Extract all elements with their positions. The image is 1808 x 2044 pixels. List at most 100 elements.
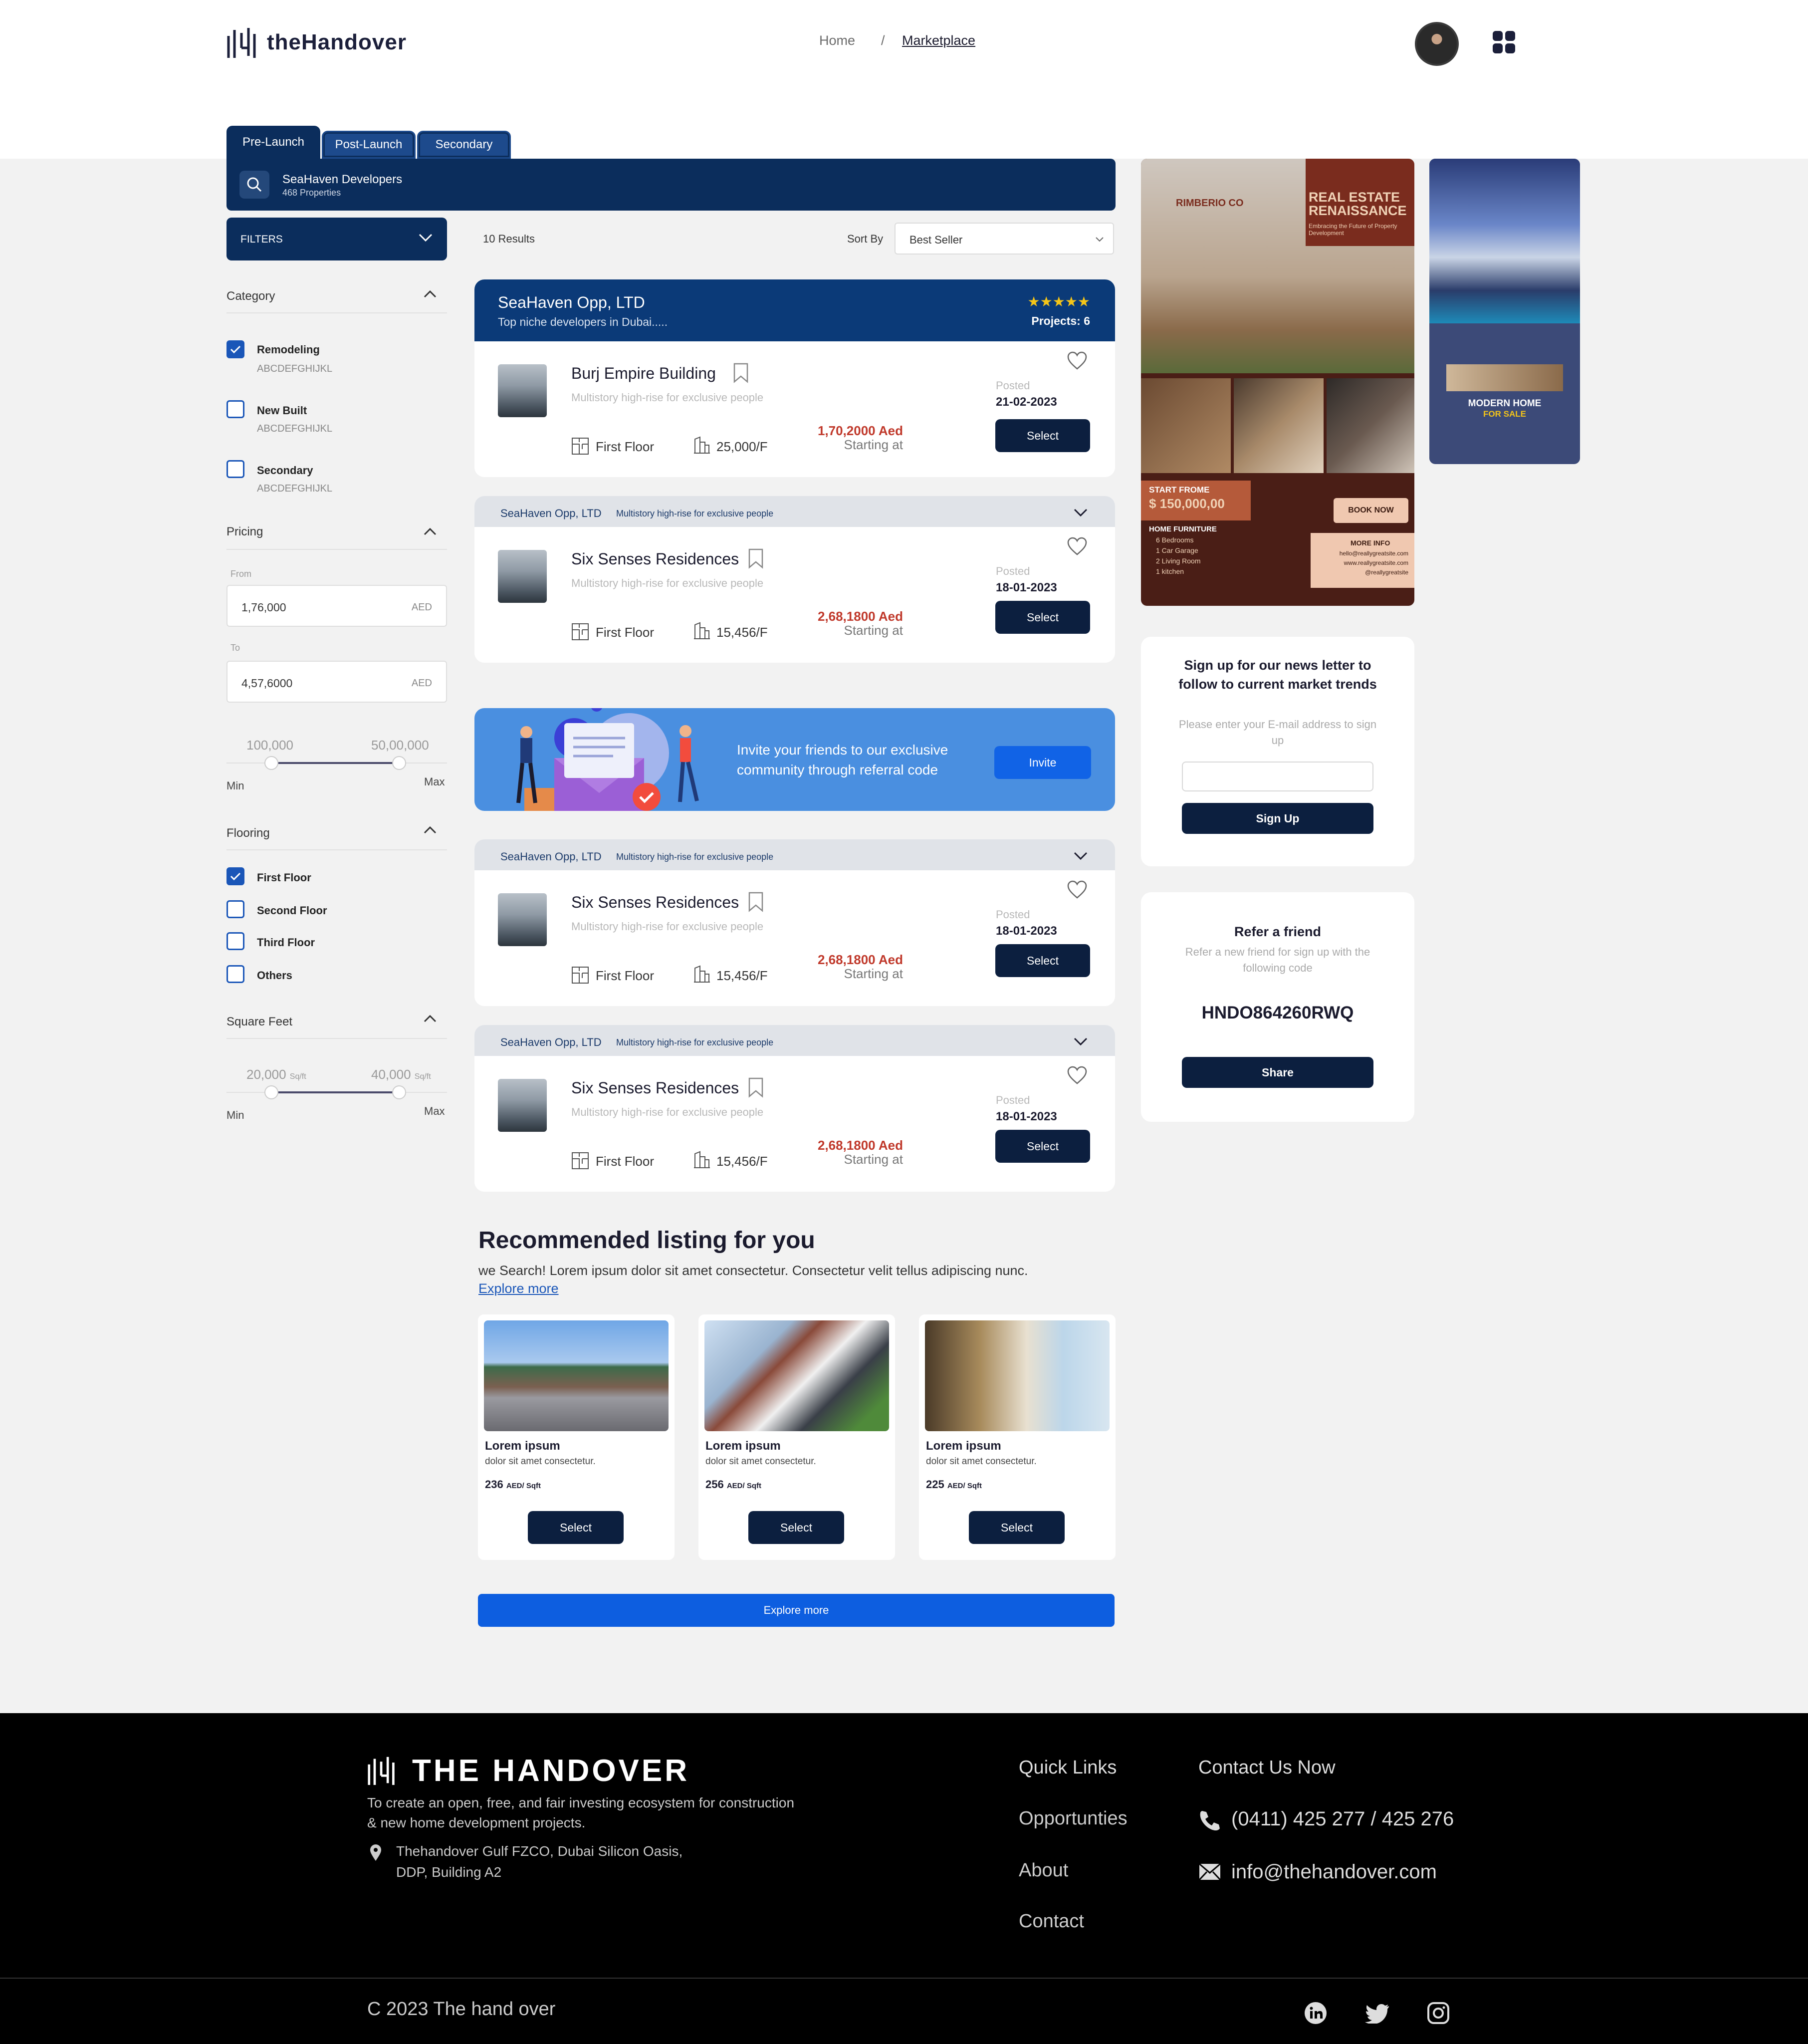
- developer-strip[interactable]: SeaHaven Opp, LTD Multistory high-rise f…: [474, 1025, 1115, 1056]
- sqft-slider-min-handle[interactable]: [264, 1085, 278, 1099]
- price-slider-min-handle[interactable]: [264, 756, 278, 770]
- referral-code[interactable]: HNDO864260RWQ: [1141, 1003, 1414, 1023]
- recommended-card[interactable]: Lorem ipsum dolor sit amet consectetur. …: [698, 1314, 895, 1560]
- select-button[interactable]: Select: [528, 1511, 624, 1544]
- bookmark-icon[interactable]: [733, 362, 749, 383]
- recommended-name: Lorem ipsum: [485, 1439, 560, 1453]
- select-button[interactable]: Select: [969, 1511, 1065, 1544]
- developer-name: SeaHaven Opp, LTD: [500, 1036, 602, 1048]
- apps-grid-icon[interactable]: [1493, 31, 1516, 54]
- listing-row[interactable]: Six Senses Residences Multistory high-ri…: [474, 527, 1115, 663]
- footer-link-about[interactable]: About: [1019, 1860, 1068, 1881]
- property-thumbnail[interactable]: [498, 550, 547, 603]
- listing-image[interactable]: [925, 1320, 1110, 1431]
- nav-home[interactable]: Home: [819, 33, 855, 48]
- developer-search-bar[interactable]: SeaHaven Developers 468 Properties: [226, 159, 1116, 211]
- others-checkbox[interactable]: [226, 965, 244, 983]
- interior-photo: [1446, 364, 1563, 391]
- price-from-input[interactable]: 1,76,000 AED: [226, 585, 447, 627]
- property-thumbnail[interactable]: [498, 364, 547, 417]
- heart-icon[interactable]: [1067, 351, 1088, 370]
- footer-email[interactable]: info@thehandover.com: [1231, 1861, 1437, 1883]
- explore-more-button[interactable]: Explore more: [478, 1594, 1115, 1627]
- invite-button[interactable]: Invite: [994, 746, 1091, 779]
- property-name[interactable]: Six Senses Residences: [571, 893, 739, 912]
- modern-home-ad-banner[interactable]: MODERN HOME FOR SALE: [1429, 159, 1580, 464]
- property-name[interactable]: Six Senses Residences: [571, 550, 739, 568]
- select-button[interactable]: Select: [995, 419, 1090, 452]
- tab-pre-launch[interactable]: Pre-Launch: [226, 126, 320, 159]
- price-slider-max-handle[interactable]: [392, 756, 406, 770]
- third-floor-checkbox[interactable]: [226, 932, 244, 950]
- listing-image[interactable]: [484, 1320, 669, 1431]
- share-button[interactable]: Share: [1182, 1057, 1373, 1088]
- second-floor-checkbox[interactable]: [226, 900, 244, 918]
- select-button[interactable]: Select: [748, 1511, 844, 1544]
- new-built-checkbox[interactable]: [226, 400, 244, 418]
- listing-row[interactable]: Six Senses Residences Multistory high-ri…: [474, 870, 1115, 1006]
- chevron-up-icon[interactable]: [423, 527, 437, 536]
- property-thumbnail[interactable]: [498, 893, 547, 946]
- price-to-input[interactable]: 4,57,6000 AED: [226, 661, 447, 703]
- nav-marketplace[interactable]: Marketplace: [902, 33, 975, 48]
- heart-icon[interactable]: [1067, 1066, 1088, 1085]
- footer-phone[interactable]: (0411) 425 277 / 425 276: [1231, 1808, 1454, 1830]
- chevron-down-icon: [1096, 237, 1104, 242]
- explore-more-link[interactable]: Explore more: [478, 1281, 559, 1296]
- recommended-card[interactable]: Lorem ipsum dolor sit amet consectetur. …: [478, 1314, 675, 1560]
- tab-post-launch[interactable]: Post-Launch: [322, 131, 416, 159]
- secondary-checkbox[interactable]: [226, 460, 244, 478]
- instagram-icon[interactable]: [1427, 2002, 1450, 2025]
- chevron-down-icon[interactable]: [1073, 508, 1088, 517]
- property-name[interactable]: Burj Empire Building: [571, 364, 716, 383]
- chevron-up-icon[interactable]: [423, 1014, 437, 1023]
- footer-link-contact[interactable]: Contact: [1019, 1911, 1084, 1932]
- listing-row[interactable]: Six Senses Residences Multistory high-ri…: [474, 1056, 1115, 1192]
- linkedin-icon[interactable]: [1304, 2002, 1327, 2025]
- search-button[interactable]: [239, 171, 269, 199]
- tab-secondary[interactable]: Secondary: [417, 131, 511, 159]
- developer-header[interactable]: SeaHaven Opp, LTD Top niche developers i…: [474, 279, 1115, 341]
- ad-book-now-button[interactable]: BOOK NOW: [1334, 498, 1408, 523]
- recommended-card[interactable]: Lorem ipsum dolor sit amet consectetur. …: [919, 1314, 1116, 1560]
- handover-logo-icon[interactable]: [226, 26, 257, 58]
- chevron-up-icon[interactable]: [423, 825, 437, 834]
- first-floor-checkbox[interactable]: [226, 867, 244, 885]
- select-button[interactable]: Select: [995, 1130, 1090, 1163]
- brand-name[interactable]: theHandover: [267, 30, 407, 55]
- heart-icon[interactable]: [1067, 880, 1088, 899]
- chevron-down-icon[interactable]: [1073, 851, 1088, 860]
- house-photo: [1429, 159, 1580, 323]
- heart-icon[interactable]: [1067, 537, 1088, 556]
- property-desc: Multistory high-rise for exclusive peopl…: [571, 577, 764, 589]
- filters-toggle[interactable]: FILTERS: [226, 218, 447, 260]
- select-button[interactable]: Select: [995, 944, 1090, 977]
- property-name[interactable]: Six Senses Residences: [571, 1079, 739, 1097]
- sign-up-button[interactable]: Sign Up: [1182, 803, 1373, 834]
- footer-link-opportunities[interactable]: Opportunties: [1019, 1808, 1128, 1829]
- listing-row[interactable]: Burj Empire Building Multistory high-ris…: [474, 341, 1115, 477]
- bookmark-icon[interactable]: [748, 1077, 764, 1098]
- area-building-icon: [694, 622, 710, 639]
- developer-strip[interactable]: SeaHaven Opp, LTD Multistory high-rise f…: [474, 496, 1115, 527]
- select-button[interactable]: Select: [995, 601, 1090, 634]
- property-thumbnail[interactable]: [498, 1079, 547, 1132]
- developer-strip[interactable]: SeaHaven Opp, LTD Multistory high-rise f…: [474, 839, 1115, 870]
- avatar[interactable]: [1415, 22, 1459, 66]
- rating-stars: ★★★★★: [1027, 294, 1090, 309]
- remodeling-checkbox[interactable]: [226, 340, 244, 358]
- chevron-down-icon[interactable]: [1073, 1037, 1088, 1046]
- real-estate-ad-banner[interactable]: REAL ESTATE RENAISSANCE Embracing the Fut…: [1141, 159, 1414, 606]
- bookmark-icon[interactable]: [748, 891, 764, 912]
- email-field[interactable]: [1182, 762, 1373, 791]
- listing-image[interactable]: [704, 1320, 889, 1431]
- currency-unit: AED: [411, 678, 432, 689]
- twitter-icon[interactable]: [1365, 2004, 1390, 2024]
- quick-links-title: Quick Links: [1019, 1757, 1117, 1778]
- bookmark-icon[interactable]: [748, 548, 764, 569]
- newsletter-card: Sign up for our news letter to follow to…: [1141, 637, 1414, 866]
- sort-select[interactable]: Best Seller: [895, 223, 1114, 255]
- divider: [226, 849, 447, 850]
- sqft-slider-max-handle[interactable]: [392, 1085, 406, 1099]
- chevron-up-icon[interactable]: [423, 289, 437, 298]
